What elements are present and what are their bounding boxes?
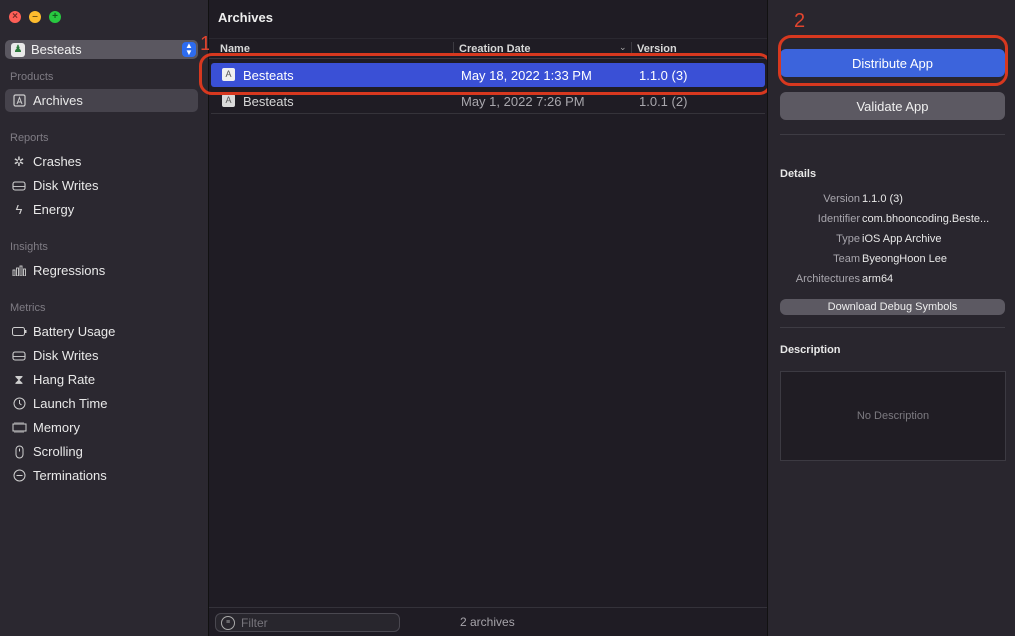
sidebar-item-label: Archives [33, 93, 83, 108]
scroll-icon [11, 445, 27, 459]
sidebar-item-label: Crashes [33, 154, 82, 169]
sidebar-item-memory[interactable]: Memory [5, 416, 198, 439]
sidebar-item-disk-writes-report[interactable]: Disk Writes [5, 174, 198, 197]
sidebar-item-disk-writes-metrics[interactable]: Disk Writes [5, 344, 198, 367]
inspector-pane: 2 Distribute App Validate App Details Ve… [767, 0, 1015, 636]
description-field[interactable]: No Description [780, 371, 1006, 461]
hourglass-icon: ⧗ [14, 371, 24, 387]
detail-key: Type [836, 233, 860, 245]
crash-icon: ✲ [13, 153, 25, 169]
sidebar-item-label: Energy [33, 202, 75, 217]
sidebar-item-label: Regressions [33, 263, 106, 278]
archives-pane: Archives Name Creation Date ⌄ Version A … [199, 0, 772, 636]
sidebar-item-label: Disk Writes [33, 348, 99, 363]
annotation-highlight-button [778, 35, 1008, 86]
bolt-icon: ϟ [15, 202, 23, 217]
archive-date: May 1, 2022 7:26 PM [461, 93, 585, 109]
clock-icon [11, 397, 27, 410]
page-title: Archives [218, 10, 273, 25]
detail-team: Team ByeongHoon Lee [780, 253, 1005, 267]
memory-chip-icon [11, 422, 27, 433]
detail-version: Version 1.1.0 (3) [780, 193, 1005, 207]
sidebar-item-energy[interactable]: ϟ Energy [5, 198, 198, 221]
sidebar-item-archives[interactable]: Archives [5, 89, 198, 112]
sidebar-item-scrolling[interactable]: Scrolling [5, 440, 198, 463]
battery-icon [11, 327, 27, 336]
divider [780, 134, 1005, 135]
filter-field[interactable]: ≡ [215, 613, 400, 632]
bar-chart-icon [11, 265, 27, 276]
bottom-bar: ≡ 2 archives [209, 607, 767, 636]
sidebar-item-crashes[interactable]: ✲ Crashes [5, 150, 198, 173]
sidebar-item-terminations[interactable]: Terminations [5, 464, 198, 487]
annotation-step-2: 2 [794, 10, 806, 32]
app-picker-label: Besteats [31, 42, 82, 57]
annotation-highlight-row [199, 53, 772, 95]
detail-value: ByeongHoon Lee [862, 253, 948, 265]
sidebar-item-battery-usage[interactable]: Battery Usage [5, 320, 198, 343]
divider [780, 327, 1005, 328]
filter-icon: ≡ [221, 615, 235, 630]
download-debug-symbols-button[interactable]: Download Debug Symbols [780, 299, 1005, 315]
detail-type: Type iOS App Archive [780, 233, 1005, 247]
sidebar-item-label: Terminations [33, 468, 107, 483]
sidebar-item-regressions[interactable]: Regressions [5, 259, 198, 282]
archive-icon: A [222, 94, 235, 107]
popup-chevrons-icon[interactable]: ▲ ▼ [182, 42, 196, 57]
detail-key: Identifier [817, 213, 860, 225]
detail-value: iOS App Archive [862, 233, 942, 245]
detail-identifier: Identifier com.bhooncoding.Beste... [780, 213, 1005, 227]
sidebar-item-hang-rate[interactable]: ⧗ Hang Rate [5, 368, 198, 391]
section-products: Products [10, 71, 54, 83]
sort-chevron-icon[interactable]: ⌄ [619, 42, 627, 53]
close-window-button[interactable] [9, 9, 21, 25]
minus-circle-icon [11, 469, 27, 482]
detail-key: Team [833, 253, 860, 265]
detail-key: Architectures [795, 273, 860, 285]
archive-icon [11, 94, 27, 107]
sidebar-item-label: Memory [33, 420, 80, 435]
sidebar-item-label: Battery Usage [33, 324, 116, 339]
sidebar-item-label: Hang Rate [33, 372, 96, 387]
sidebar-item-launch-time[interactable]: Launch Time [5, 392, 198, 415]
minimize-window-button[interactable] [29, 9, 41, 25]
validate-app-button[interactable]: Validate App [780, 92, 1005, 120]
window-controls [9, 9, 61, 25]
sidebar-item-label: Launch Time [33, 396, 108, 411]
archive-version: 1.0.1 (2) [639, 93, 688, 109]
detail-architectures: Architectures arm64 [780, 273, 1005, 287]
disk-icon [11, 180, 27, 191]
detail-value: com.bhooncoding.Beste... [862, 213, 990, 225]
description-heading: Description [780, 344, 841, 356]
archive-count: 2 archives [460, 615, 515, 629]
app-picker[interactable]: ♟ Besteats ▲ ▼ [5, 40, 198, 59]
archive-name: Besteats [243, 93, 294, 109]
sidebar-item-label: Disk Writes [33, 178, 99, 193]
filter-input[interactable] [239, 614, 393, 631]
sidebar-item-label: Scrolling [33, 444, 83, 459]
description-placeholder: No Description [856, 410, 930, 422]
section-reports: Reports [10, 132, 49, 144]
detail-key: Version [823, 193, 860, 205]
zoom-window-button[interactable] [49, 9, 61, 25]
sidebar: ♟ Besteats ▲▼ Products Archives Reports … [0, 0, 209, 636]
disk-icon [11, 350, 27, 361]
detail-value: arm64 [862, 273, 894, 285]
details-heading: Details [780, 168, 817, 180]
app-icon: ♟ [11, 42, 25, 57]
detail-value: 1.1.0 (3) [862, 193, 903, 205]
section-insights: Insights [10, 241, 48, 253]
section-metrics: Metrics [10, 302, 46, 314]
